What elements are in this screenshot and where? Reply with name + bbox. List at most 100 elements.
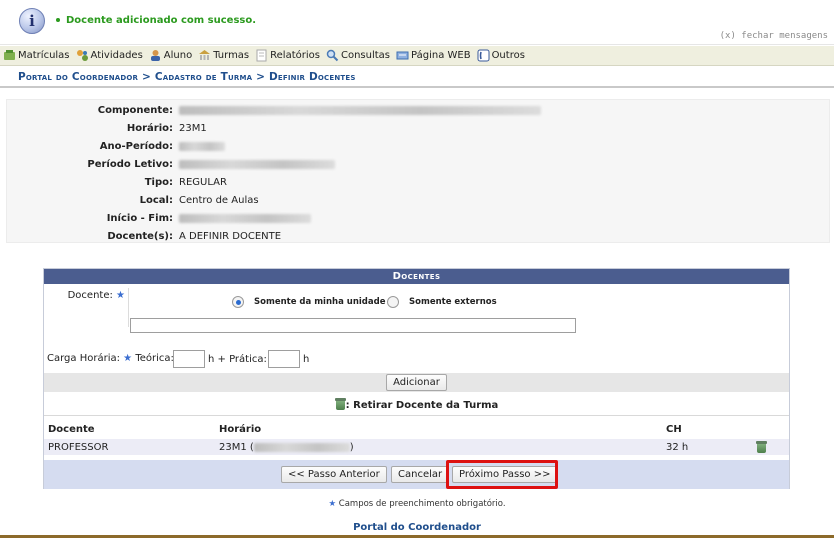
menu-label: Matrículas	[18, 50, 70, 61]
summary-label: Período Letivo:	[87, 159, 173, 170]
wizard-navigation: << Passo Anterior Cancelar Próximo Passo…	[44, 460, 789, 489]
docente-search-input[interactable]	[130, 318, 576, 333]
table-row: PROFESSOR 23M1 () 32 h	[44, 439, 789, 455]
cancel-button[interactable]: Cancelar	[391, 466, 450, 483]
form-header: Docentes	[44, 269, 789, 284]
docente-label: Docente: ★	[68, 290, 125, 301]
menu-item-outros[interactable]: Outros	[477, 49, 525, 62]
menu-item-atividades[interactable]: Atividades	[76, 49, 143, 62]
info-icon: i	[19, 8, 45, 34]
summary-row-horario: Horário: 23M1	[7, 123, 829, 139]
redacted-value	[253, 442, 350, 452]
column-header-horario: Horário	[219, 424, 262, 435]
classes-icon	[199, 50, 211, 60]
menu-label: Turmas	[213, 50, 250, 61]
web-page-icon	[396, 51, 409, 60]
menu-label: Página WEB	[411, 50, 471, 61]
required-fields-note-text: Campos de preenchimento obrigatório.	[338, 499, 506, 509]
radio-selected-icon	[232, 296, 244, 308]
student-icon	[150, 50, 160, 61]
menu-item-relatorios[interactable]: Relatórios	[255, 49, 320, 62]
teorica-input[interactable]	[173, 350, 205, 368]
summary-label: Componente:	[97, 105, 173, 116]
pratica-input[interactable]	[268, 350, 300, 368]
summary-value: A DEFINIR DOCENTE	[179, 231, 282, 242]
radio-own-unit[interactable]: Somente da minha unidade	[232, 296, 385, 308]
summary-label: Tipo:	[144, 177, 173, 188]
summary-value: 23M1	[179, 123, 207, 134]
summary-row-docentes: Docente(s): A DEFINIR DOCENTE	[7, 231, 829, 247]
redacted-value	[179, 213, 311, 224]
docentes-form: Docentes Docente: ★ Somente da minha uni…	[43, 268, 790, 489]
hours-suffix: h	[303, 354, 310, 365]
search-icon	[326, 49, 339, 62]
highlight-box	[446, 460, 558, 489]
message-bar: i Docente adicionado com sucesso. (x) fe…	[0, 0, 834, 45]
radio-external[interactable]: Somente externos	[387, 296, 497, 308]
trash-icon	[334, 398, 346, 410]
summary-label: Local:	[139, 195, 173, 206]
menu-item-pagina-web[interactable]: Página WEB	[396, 49, 471, 62]
summary-row-componente: Componente:	[7, 105, 829, 121]
pratica-label: h + Prática:	[208, 354, 267, 365]
remove-docente-button[interactable]	[756, 441, 767, 454]
breadcrumb: Portal do Coordenador > Cadastro de Turm…	[0, 67, 834, 88]
main-menu: Matrículas Atividades Aluno Turmas Relat…	[0, 46, 834, 66]
carga-horaria-label-text: Carga Horária:	[47, 353, 120, 364]
summary-row-local: Local: Centro de Aulas	[7, 195, 829, 211]
summary-label: Horário:	[126, 123, 173, 134]
redacted-value	[179, 159, 335, 170]
menu-label: Atividades	[90, 50, 143, 61]
success-message: Docente adicionado com sucesso.	[56, 15, 256, 26]
summary-row-tipo: Tipo: REGULAR	[7, 177, 829, 193]
reports-icon	[256, 49, 267, 62]
radio-own-unit-label: Somente da minha unidade	[254, 297, 386, 307]
divider	[44, 415, 789, 416]
row-horario-prefix: 23M1 (	[219, 442, 254, 453]
carga-horaria-label: Carga Horária: ★ Teórica:	[47, 353, 174, 364]
menu-item-consultas[interactable]: Consultas	[326, 49, 390, 62]
menu-label: Relatórios	[270, 50, 320, 61]
summary-label: Início - Fim:	[106, 213, 173, 224]
remove-legend-text: : Retirar Docente da Turma	[345, 400, 499, 411]
summary-value: Centro de Aulas	[179, 195, 259, 206]
row-docente: PROFESSOR	[48, 442, 109, 453]
summary-row-ano-periodo: Ano-Período:	[7, 141, 829, 157]
class-summary: Componente: Horário: 23M1 Ano-Período: P…	[6, 99, 830, 243]
menu-item-aluno[interactable]: Aluno	[149, 49, 192, 62]
teorica-label: Teórica:	[135, 353, 174, 364]
radio-unselected-icon	[387, 296, 399, 308]
menu-item-matriculas[interactable]: Matrículas	[3, 49, 70, 62]
column-header-ch: CH	[666, 424, 682, 435]
close-messages-link[interactable]: (x) fechar mensagens	[720, 31, 828, 41]
required-star-icon: ★	[328, 499, 337, 509]
add-button[interactable]: Adicionar	[386, 374, 447, 391]
row-ch: 32 h	[666, 442, 689, 453]
summary-value: REGULAR	[179, 177, 227, 188]
trash-icon	[756, 441, 767, 453]
phone-icon	[477, 49, 490, 62]
radio-external-label: Somente externos	[409, 297, 497, 307]
redacted-value	[179, 105, 541, 116]
footer-portal-link[interactable]: Portal do Coordenador	[0, 522, 834, 533]
menu-label: Aluno	[163, 50, 193, 61]
activities-icon	[76, 50, 88, 61]
menu-label: Outros	[491, 50, 525, 61]
summary-row-periodo-letivo: Período Letivo:	[7, 159, 829, 175]
required-star-icon: ★	[123, 353, 133, 364]
enrollment-icon	[4, 50, 15, 60]
row-horario-suffix: )	[349, 442, 354, 453]
remove-legend: : Retirar Docente da Turma	[44, 398, 789, 412]
column-header-docente: Docente	[48, 424, 95, 435]
success-message-text: Docente adicionado com sucesso.	[66, 15, 257, 26]
summary-label: Docente(s):	[107, 231, 173, 242]
summary-row-inicio-fim: Início - Fim:	[7, 213, 829, 229]
required-fields-note: ★ Campos de preenchimento obrigatório.	[0, 499, 834, 509]
menu-item-turmas[interactable]: Turmas	[198, 49, 249, 62]
summary-label: Ano-Período:	[99, 141, 173, 152]
previous-step-button[interactable]: << Passo Anterior	[281, 466, 387, 483]
docente-label-text: Docente:	[67, 290, 113, 301]
menu-label: Consultas	[340, 50, 391, 61]
bullet-icon	[56, 18, 60, 22]
redacted-value	[179, 141, 225, 152]
